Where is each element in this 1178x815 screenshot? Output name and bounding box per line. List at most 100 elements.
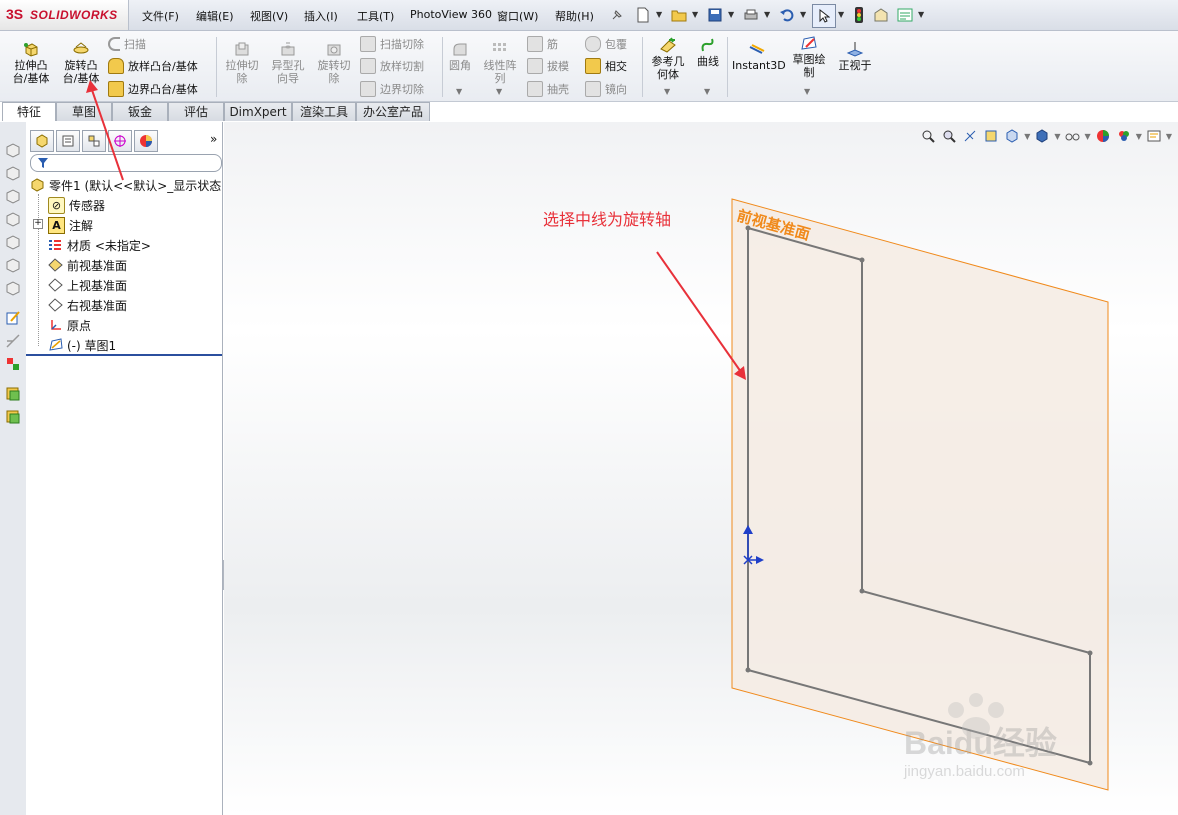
tree-item-annotations[interactable]: A 注解 (48, 217, 93, 234)
tree-rollback-bar[interactable] (26, 354, 222, 356)
reference-geometry-button[interactable]: 参考几 何体 ▼ (646, 37, 690, 96)
menu-edit[interactable]: 编辑(E) (196, 8, 234, 24)
chevron-down-icon[interactable]: ▼ (764, 10, 770, 19)
chevron-down-icon[interactable]: ▼ (692, 10, 698, 19)
menu-photoview[interactable]: PhotoView 360 (410, 8, 492, 21)
tree-item-front-plane[interactable]: 前视基准面 (48, 257, 127, 274)
intersect-button[interactable]: 相交 (585, 58, 627, 74)
ribbon-separator (727, 37, 728, 97)
tree-root-part[interactable]: 零件1 (默认<<默认>_显示状态 (30, 177, 221, 194)
instant3d-button[interactable]: Instant3D (732, 41, 786, 72)
new-document-icon[interactable] (632, 4, 654, 26)
menu-window[interactable]: 窗口(W) (497, 8, 538, 24)
chevron-down-icon[interactable]: ▼ (838, 10, 844, 19)
relations-icon[interactable] (5, 356, 21, 372)
tab-dimxpert[interactable]: DimXpert (224, 102, 292, 121)
chevron-down-icon[interactable]: ▼ (664, 85, 670, 98)
shell-button[interactable]: 抽壳 (527, 81, 569, 97)
chevron-down-icon[interactable]: ▼ (918, 10, 924, 19)
tree-item-right-plane[interactable]: 右视基准面 (48, 297, 127, 314)
select-pointer-icon[interactable] (812, 4, 836, 28)
chevron-down-icon[interactable]: ▼ (804, 85, 810, 98)
pin-icon[interactable] (606, 4, 628, 26)
boundary-cut-button[interactable]: 边界切除 (360, 81, 424, 97)
tree-item-sketch1[interactable]: (-) 草图1 (48, 337, 116, 354)
cube-view-icon[interactable] (5, 142, 21, 158)
tree-item-sensors[interactable]: ⊘ 传感器 (48, 197, 105, 214)
file-properties-icon[interactable] (870, 4, 892, 26)
hole-wizard-button[interactable]: 异型孔 向导 (268, 41, 308, 85)
sweep-cut-button[interactable]: 扫描切除 (360, 36, 424, 52)
menu-tools[interactable]: 工具(T) (357, 8, 394, 24)
chevron-down-icon[interactable]: ▼ (800, 10, 806, 19)
ribbon-separator (642, 37, 643, 97)
cube-view-icon[interactable] (5, 234, 21, 250)
sketch-button[interactable]: 草图绘 制 ▼ (788, 35, 830, 96)
cube-view-icon[interactable] (5, 165, 21, 181)
tab-sheet-metal[interactable]: 钣金 (112, 102, 168, 121)
revolve-boss-button[interactable]: 旋转凸 台/基体 (58, 41, 104, 85)
menu-insert[interactable]: 插入(I) (304, 8, 338, 24)
tab-render-tools[interactable]: 渲染工具 (292, 102, 356, 121)
layer-icon[interactable] (5, 386, 21, 402)
mirror-button[interactable]: 镜向 (585, 81, 627, 97)
menu-view[interactable]: 视图(V) (250, 8, 288, 24)
extrude-boss-button[interactable]: 拉伸凸 台/基体 (8, 41, 54, 85)
chevron-down-icon[interactable]: ▼ (728, 10, 734, 19)
cube-view-icon[interactable] (5, 188, 21, 204)
fillet-button[interactable]: 圆角 ▼ (446, 41, 474, 96)
sketch-edit-icon[interactable] (5, 310, 21, 326)
smart-dimension-icon[interactable] (5, 333, 21, 349)
open-folder-icon[interactable] (668, 4, 690, 26)
tab-office-products[interactable]: 办公室产品 (356, 102, 430, 121)
cube-view-icon[interactable] (5, 257, 21, 273)
draft-button[interactable]: 拔模 (527, 58, 569, 74)
property-manager-tab-icon[interactable] (56, 130, 80, 152)
chevron-down-icon[interactable]: ▼ (496, 85, 502, 98)
rebuild-traffic-light-icon[interactable] (848, 4, 870, 26)
undo-icon[interactable] (776, 4, 798, 26)
tree-item-top-plane[interactable]: 上视基准面 (48, 277, 127, 294)
menu-file[interactable]: 文件(F) (142, 8, 179, 24)
tab-features[interactable]: 特征 (2, 102, 56, 121)
chevron-down-icon[interactable]: ▼ (656, 10, 662, 19)
graphics-area[interactable]: ▼ ▼ ▼ ▼ ▼ 前视基准面 选择中线为旋转轴 Baidu经验 jingyan… (224, 122, 1178, 815)
print-icon[interactable] (740, 4, 762, 26)
loft-cut-button[interactable]: 放样切割 (360, 58, 424, 74)
extrude-cut-button[interactable]: 拉伸切 除 (222, 41, 262, 85)
loft-boss-button[interactable]: 放样凸台/基体 (108, 58, 198, 74)
normal-to-button[interactable]: 正视于 (834, 41, 876, 72)
display-manager-tab-icon[interactable] (134, 130, 158, 152)
options-icon[interactable] (894, 4, 916, 26)
chevron-down-icon[interactable]: ▼ (704, 85, 710, 98)
cube-view-icon[interactable] (5, 211, 21, 227)
dimxpert-manager-tab-icon[interactable] (108, 130, 132, 152)
chevron-right-icon[interactable]: » (210, 132, 217, 146)
revolve-cut-button[interactable]: 旋转切 除 (314, 41, 354, 85)
linear-pattern-button[interactable]: 线性阵 列 ▼ (480, 41, 520, 96)
linear-pattern-icon (493, 43, 506, 51)
front-plane[interactable] (731, 198, 1109, 791)
curves-button[interactable]: 曲线 ▼ (694, 37, 722, 96)
intersect-icon (585, 58, 601, 74)
sweep-button[interactable]: 扫描 (108, 36, 146, 52)
chevron-down-icon[interactable]: ▼ (456, 85, 462, 98)
rib-button[interactable]: 筋 (527, 36, 558, 52)
wrap-button[interactable]: 包覆 (585, 36, 627, 52)
expand-plus-icon[interactable]: + (33, 219, 43, 229)
cube-view-icon[interactable] (5, 280, 21, 296)
tree-item-material[interactable]: 材质 <未指定> (48, 237, 151, 254)
feature-manager-tab-icon[interactable] (30, 130, 54, 152)
normal-to-icon (846, 42, 864, 57)
save-icon[interactable] (704, 4, 726, 26)
boundary-boss-button[interactable]: 边界凸台/基体 (108, 81, 198, 97)
tree-item-origin[interactable]: 原点 (48, 317, 91, 334)
menu-help[interactable]: 帮助(H) (555, 8, 594, 24)
model-scene[interactable]: 前视基准面 选择中线为旋转轴 Baidu经验 jingyan.baidu.com (224, 122, 1178, 815)
solidworks-logo[interactable]: 3S SOLIDWORKS (0, 0, 129, 30)
layer-icon[interactable] (5, 409, 21, 425)
tab-evaluate[interactable]: 评估 (168, 102, 224, 121)
tab-sketch[interactable]: 草图 (56, 102, 112, 121)
configuration-manager-tab-icon[interactable] (82, 130, 106, 152)
tree-filter-input[interactable] (30, 154, 222, 172)
